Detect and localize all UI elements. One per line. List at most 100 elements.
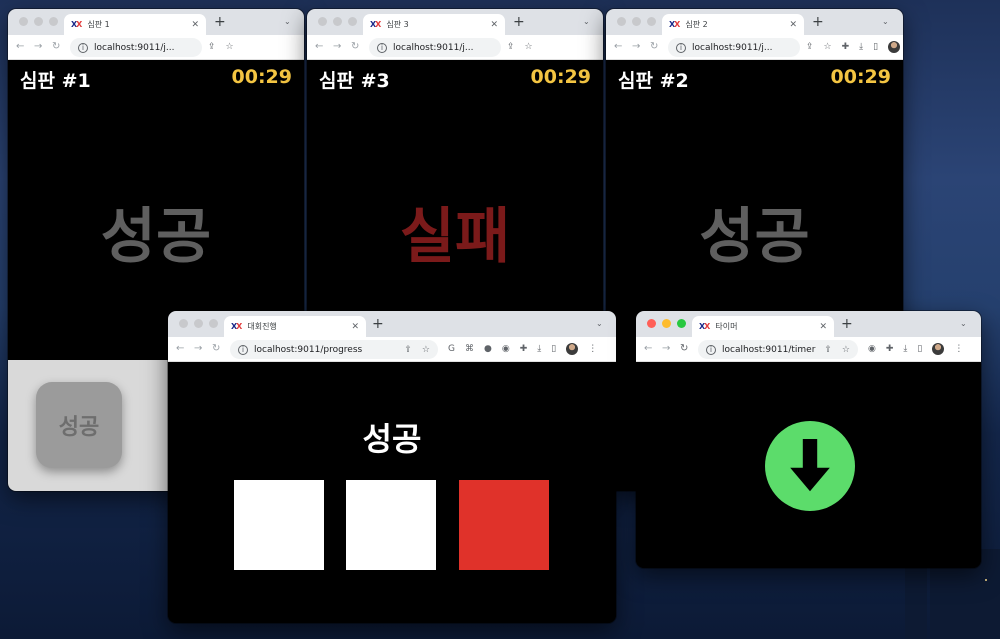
- app-favicon-icon: XX: [669, 20, 680, 29]
- tab-judge-2[interactable]: XX 심판 2 ✕: [662, 14, 804, 35]
- browser-toolbar: ← → ↻ i localhost:9011/timer ⇪ ☆ ◉ ✚ ⤓ ▯ …: [636, 337, 981, 362]
- reload-icon[interactable]: ↻: [52, 41, 60, 53]
- progress-window: XX 대회진행 ✕ + ⌄ ← → ↻ i localhost:9011/pro…: [168, 311, 616, 623]
- address-bar[interactable]: i localhost:9011/timer ⇪ ☆: [698, 340, 858, 359]
- close-tab-icon[interactable]: ✕: [490, 20, 498, 30]
- judge-result: 성공: [699, 202, 810, 272]
- judge-timer: 00:29: [830, 66, 891, 88]
- back-icon[interactable]: ←: [644, 343, 652, 355]
- bookmark-star-icon[interactable]: ☆: [422, 345, 430, 355]
- extensions-icon[interactable]: ✚: [842, 41, 850, 53]
- download-icon[interactable]: ⤓: [537, 343, 541, 355]
- chevron-down-icon[interactable]: ⌄: [960, 319, 967, 328]
- tab-strip: XX 심판 1 ✕ + ⌄: [8, 9, 304, 35]
- download-icon[interactable]: ⤓: [859, 41, 863, 53]
- profile-avatar[interactable]: [888, 41, 901, 53]
- share-icon[interactable]: ⇪: [824, 345, 832, 355]
- site-info-icon[interactable]: i: [238, 344, 248, 355]
- browser-toolbar: ← → ↻ i localhost:9011/progress ⇪ ☆ G ⌘ ●…: [168, 337, 616, 362]
- tab-judge-3[interactable]: XX 심판 3 ✕: [363, 14, 505, 35]
- window-controls[interactable]: [179, 319, 218, 328]
- tab-title: 심판 3: [386, 20, 409, 29]
- address-bar[interactable]: i localhost:9011/j...: [369, 38, 501, 57]
- tab-timer[interactable]: XX 타이머 ✕: [692, 316, 834, 337]
- back-icon[interactable]: ←: [176, 343, 184, 355]
- sidepanel-icon[interactable]: ▯: [873, 41, 878, 53]
- reload-icon[interactable]: ↻: [351, 41, 359, 53]
- browser-toolbar: ← → ↻ i localhost:9011/j... ⇪ ☆ ✚ ⤓ ▯ ⋮: [606, 35, 903, 60]
- close-tab-icon[interactable]: ✕: [789, 20, 797, 30]
- site-info-icon[interactable]: i: [706, 344, 716, 355]
- timer-window: XX 타이머 ✕ + ⌄ ← → ↻ i localhost:9011/time…: [636, 311, 981, 568]
- site-info-icon[interactable]: i: [377, 42, 387, 53]
- success-button[interactable]: 성공: [36, 382, 122, 468]
- tab-title: 타이머: [715, 322, 738, 331]
- extensions-icon[interactable]: ✚: [886, 343, 894, 355]
- menu-icon[interactable]: ⋮: [954, 343, 963, 355]
- bookmark-star-icon[interactable]: ☆: [824, 41, 832, 53]
- site-info-icon[interactable]: i: [676, 42, 686, 53]
- new-tab-button[interactable]: +: [372, 317, 384, 331]
- chevron-down-icon[interactable]: ⌄: [596, 319, 603, 328]
- new-tab-button[interactable]: +: [513, 15, 525, 29]
- menu-icon[interactable]: ⋮: [588, 343, 597, 355]
- bookmark-star-icon[interactable]: ☆: [842, 345, 850, 355]
- window-controls[interactable]: [647, 319, 686, 328]
- sidepanel-icon[interactable]: ▯: [917, 343, 922, 355]
- forward-icon[interactable]: →: [632, 41, 640, 53]
- forward-icon[interactable]: →: [662, 343, 670, 355]
- timer-content: [636, 362, 981, 568]
- close-tab-icon[interactable]: ✕: [351, 322, 359, 332]
- back-icon[interactable]: ←: [614, 41, 622, 53]
- translate-icon[interactable]: ⌘: [465, 343, 474, 355]
- flag-icon[interactable]: ◉: [502, 343, 510, 355]
- download-icon[interactable]: ⤓: [903, 343, 907, 355]
- google-icon[interactable]: G: [448, 343, 455, 355]
- tab-judge-1[interactable]: XX 심판 1 ✕: [64, 14, 206, 35]
- bookmark-star-icon[interactable]: ☆: [226, 41, 234, 53]
- reload-icon[interactable]: ↻: [680, 343, 688, 355]
- chevron-down-icon[interactable]: ⌄: [284, 17, 291, 26]
- tab-progress[interactable]: XX 대회진행 ✕: [224, 316, 366, 337]
- url-text: localhost:9011/progress: [254, 344, 363, 355]
- share-icon[interactable]: ⇪: [507, 41, 515, 53]
- profile-avatar[interactable]: [932, 343, 945, 355]
- chevron-down-icon[interactable]: ⌄: [882, 17, 889, 26]
- url-text: localhost:9011/timer: [722, 344, 816, 355]
- chevron-down-icon[interactable]: ⌄: [583, 17, 590, 26]
- new-tab-button[interactable]: +: [812, 15, 824, 29]
- site-info-icon[interactable]: i: [78, 42, 88, 53]
- new-tab-button[interactable]: +: [214, 15, 226, 29]
- forward-icon[interactable]: →: [194, 343, 202, 355]
- window-controls[interactable]: [617, 17, 656, 26]
- app-favicon-icon: XX: [699, 322, 710, 331]
- address-bar[interactable]: i localhost:9011/progress ⇪ ☆: [230, 340, 438, 359]
- share-icon[interactable]: ⇪: [208, 41, 216, 53]
- judge-title: 심판 #1: [20, 70, 91, 92]
- extensions-icon[interactable]: ✚: [520, 343, 528, 355]
- tab-title: 대회진행: [247, 322, 277, 331]
- address-bar[interactable]: i localhost:9011/j...: [70, 38, 202, 57]
- share-icon[interactable]: ⇪: [404, 345, 412, 355]
- new-tab-button[interactable]: +: [841, 317, 853, 331]
- reload-icon[interactable]: ↻: [212, 343, 220, 355]
- extension-icon[interactable]: ●: [484, 343, 492, 355]
- close-tab-icon[interactable]: ✕: [191, 20, 199, 30]
- address-bar[interactable]: i localhost:9011/j...: [668, 38, 800, 57]
- bookmark-star-icon[interactable]: ☆: [525, 41, 533, 53]
- flag-icon[interactable]: ◉: [868, 343, 876, 355]
- app-favicon-icon: XX: [71, 20, 82, 29]
- close-tab-icon[interactable]: ✕: [819, 322, 827, 332]
- share-icon[interactable]: ⇪: [806, 41, 814, 53]
- judge-title: 심판 #3: [319, 70, 390, 92]
- back-icon[interactable]: ←: [16, 41, 24, 53]
- window-controls[interactable]: [318, 17, 357, 26]
- sidepanel-icon[interactable]: ▯: [551, 343, 556, 355]
- forward-icon[interactable]: →: [34, 41, 42, 53]
- profile-avatar[interactable]: [566, 343, 579, 355]
- forward-icon[interactable]: →: [333, 41, 341, 53]
- reload-icon[interactable]: ↻: [650, 41, 658, 53]
- back-icon[interactable]: ←: [315, 41, 323, 53]
- window-controls[interactable]: [19, 17, 58, 26]
- progress-content: 성공: [168, 362, 616, 623]
